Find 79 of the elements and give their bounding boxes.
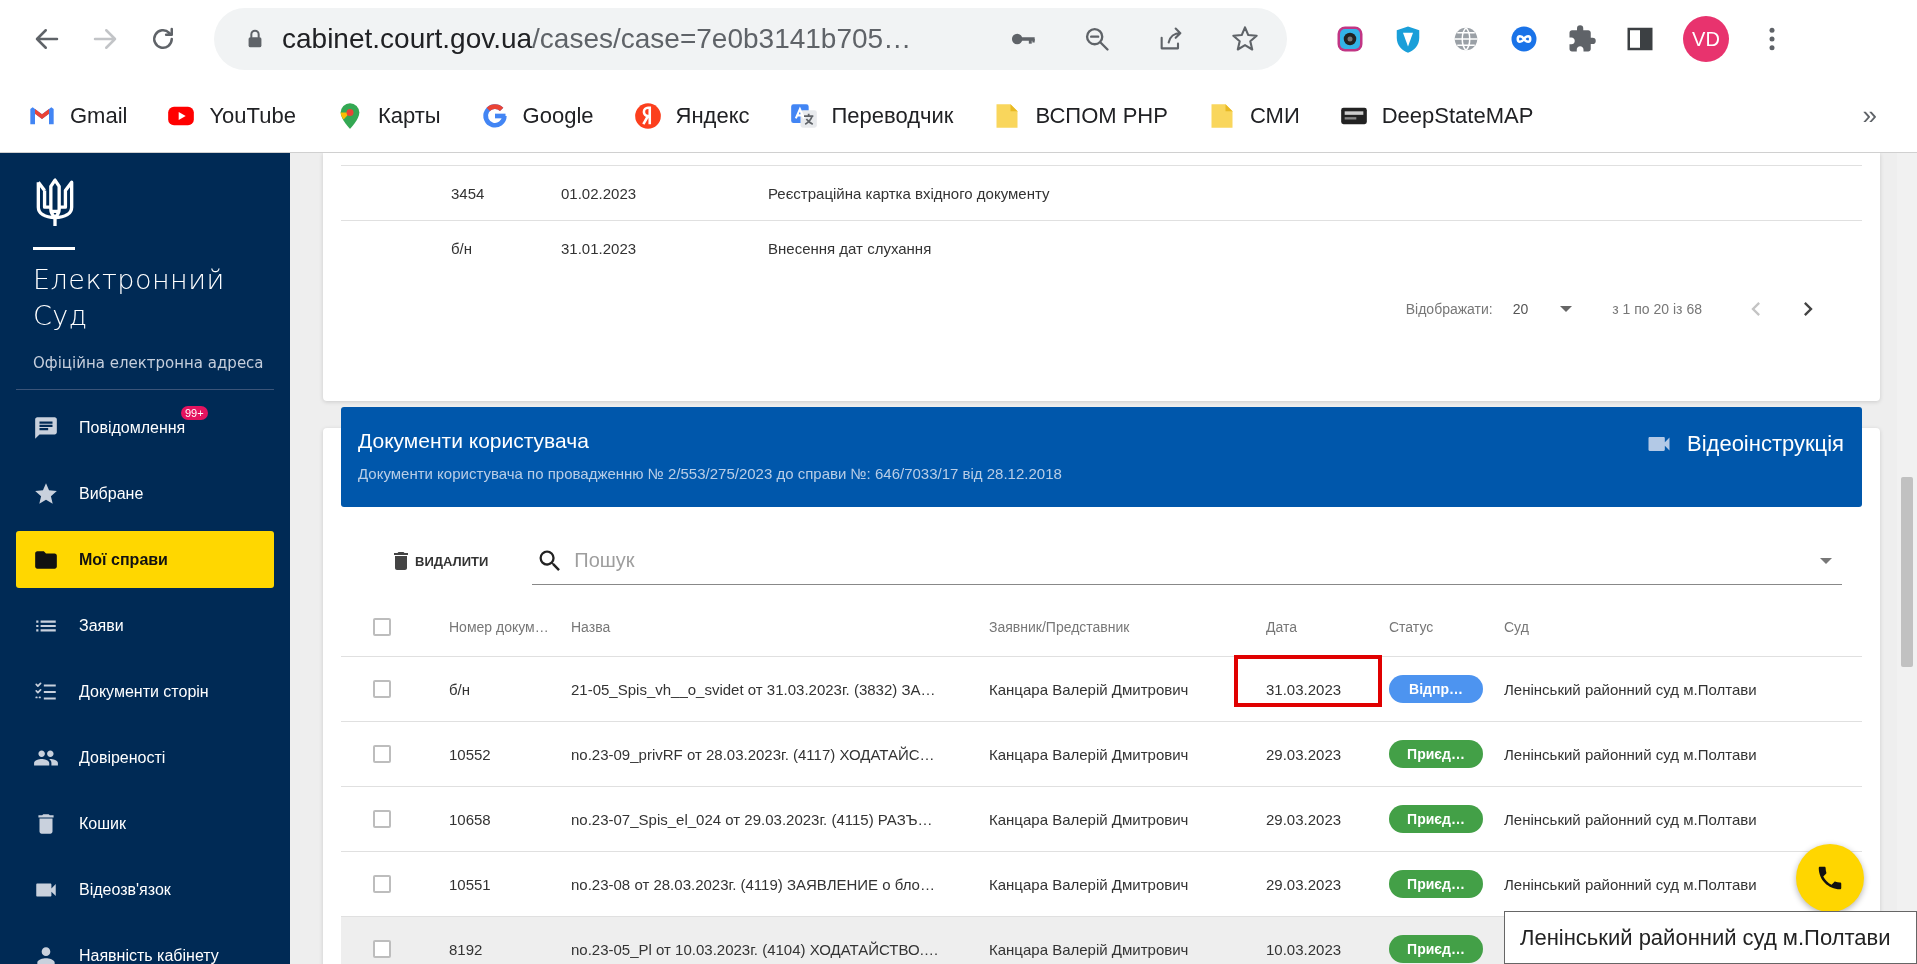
bookmark[interactable]: YouTube	[167, 101, 296, 130]
table-row[interactable]: 10552 no.23-09_privRF от 28.03.2023г. (4117) ХОДАТАЙС… Канцара Валерій Дмитрович 29.03.2023 Приєд… Ленінський районний суд м.Полтави	[341, 722, 1862, 787]
column-header[interactable]: Статус	[1389, 619, 1504, 635]
table-cell-text: 21-05_Spis_vh__o_svidet от 31.03.2023г. (3832) ЗА…	[571, 680, 937, 698]
table-cell-text: б/н	[450, 239, 474, 257]
card-subtitle: Документи користувача по провадженню № 2/553/275/2023 до справи №: 646/7033/17 від 28.12.2018	[358, 465, 1062, 482]
page-range: з 1 по 20 із 68	[1612, 301, 1702, 317]
site-title: Електронний Суд	[33, 263, 226, 333]
status-chip: Приєд…	[1389, 870, 1483, 898]
sidebar-item[interactable]: Кошик	[16, 795, 274, 852]
sidebar-item[interactable]: Мої справи	[16, 531, 274, 588]
video-guide-link[interactable]: Відеоінструкція	[1645, 430, 1844, 458]
sidebar-item[interactable]: Заяви	[16, 597, 274, 654]
table-cell-text: 3454	[450, 184, 486, 202]
table-cell-text: Канцара Валерій Дмитрович	[989, 810, 1190, 828]
bookmark[interactable]: Переводчик	[789, 101, 954, 130]
table-cell-text: б/н	[449, 680, 472, 698]
table-cell-text: Канцара Валерій Дмитрович	[989, 680, 1190, 698]
table-cell-text: no.23-09_privRF от 28.03.2023г. (4117) ХОДАТАЙС…	[571, 745, 936, 763]
table-cell-text: no.23-08 от 28.03.2023г. (4119) ЗАЯВЛЕНИЕ о бло…	[571, 875, 936, 893]
table-cell-text: Канцара Валерій Дмитрович	[989, 875, 1190, 893]
bookmark[interactable]: Яндекс	[633, 101, 750, 130]
table-cell: 29.03.2023	[1266, 875, 1342, 893]
table-cell-text: no.23-05_Pl от 10.03.2023г. (4104) ХОДАТАЙСТВО.…	[571, 940, 940, 958]
sidebar-item[interactable]: Довіреності	[16, 729, 274, 786]
count-badge: 99+	[181, 406, 208, 420]
table-cell-text: 10658	[449, 810, 492, 828]
sidebar-item[interactable]: Наявність кабінету	[16, 927, 274, 964]
column-header[interactable]: Суд	[1504, 619, 1804, 635]
table-cell-text: no.23-07_Spis_el_024 от 29.03.2023г. (4115) РАЗЪ…	[571, 810, 934, 828]
bookmark[interactable]: ВСПОМ PHP	[993, 101, 1168, 130]
site-subtitle: Офіційна електронна адреса	[16, 354, 274, 390]
address-bar[interactable]: cabinet.court.gov.ua/cases/case=7e0b3141b705…	[214, 8, 1287, 70]
sidebar-item[interactable]: Вибране	[16, 465, 274, 522]
table-cell-text: 10551	[449, 875, 492, 893]
more-bookmarks-button[interactable]: »	[1862, 100, 1877, 131]
rows-per-page-label: Відображати:	[1405, 301, 1493, 317]
bookmark[interactable]: Google	[480, 101, 594, 130]
tooltip: Ленінський районний суд м.Полтави	[1504, 911, 1917, 964]
table-cell: Ленінський районний суд м.Полтави	[1504, 810, 1757, 828]
table-cell: 31.03.2023	[1266, 680, 1342, 698]
table-cell: Реєстраційна картка вхідного документу	[768, 184, 1050, 202]
profile-avatar[interactable]: VD	[1683, 16, 1729, 62]
bookmark[interactable]: Карты	[335, 101, 441, 130]
table-cell: Ленінський районний суд м.Полтави	[1504, 875, 1757, 893]
search-input[interactable]: Пошук	[572, 548, 1812, 573]
table-cell-text: 8192	[449, 940, 484, 958]
column-header[interactable]: Назва	[571, 619, 989, 635]
delete-button[interactable]: ВИДАЛИТИ	[381, 543, 497, 579]
table-cell-text: 01.02.2023	[561, 184, 638, 202]
table-cell-text: Канцара Валерій Дмитрович	[989, 940, 1190, 958]
column-header[interactable]: Номер докум…	[449, 619, 571, 635]
card-title: Документи користувача	[358, 429, 590, 453]
status-chip: Приєд…	[1389, 805, 1483, 833]
table-cell: Ленінський районний суд м.Полтави	[1504, 680, 1757, 698]
table-cell: 29.03.2023	[1266, 745, 1342, 763]
sidebar-item[interactable]: Повідомлення 99+	[16, 399, 274, 456]
table-cell-text: 31.01.2023	[561, 239, 638, 257]
table-cell-text: Канцара Валерій Дмитрович	[989, 745, 1190, 763]
column-header[interactable]: Заявник/Представник	[989, 619, 1265, 635]
column-header[interactable]: Дата	[1265, 619, 1389, 635]
bookmark[interactable]: СМИ	[1207, 101, 1300, 130]
search-field[interactable]: Пошук	[532, 537, 1842, 585]
sidebar-item[interactable]: Відеозв'язок	[16, 861, 274, 918]
bookmark[interactable]: DeepStateMAP	[1339, 101, 1534, 130]
table-row[interactable]: б/н 21-05_Spis_vh__o_svidet от 31.03.2023г. (3832) ЗА… Канцара Валерій Дмитрович 31.03.2023 Відпр… Ленінський районний суд м.Полтави	[341, 657, 1862, 722]
status-chip: Відпр…	[1389, 675, 1483, 703]
url-text: cabinet.court.gov.ua/cases/case=7e0b3141b705…	[282, 23, 913, 55]
status-chip: Приєд…	[1389, 740, 1483, 768]
table-cell: 29.03.2023	[1266, 810, 1342, 828]
status-chip: Приєд…	[1389, 935, 1483, 963]
bookmark[interactable]: Gmail	[28, 101, 128, 130]
sidebar-item[interactable]: Документи сторін	[16, 663, 274, 720]
table-cell: Внесення дат слухання	[768, 239, 932, 257]
table-cell-text: 10552	[449, 745, 492, 763]
table-row[interactable]: 10658 no.23-07_Spis_el_024 от 29.03.2023г. (4115) РАЗЪ… Канцара Валерій Дмитрович 29.03.2023 Приєд… Ленінський районний суд м.Полтави	[341, 787, 1862, 852]
table-cell: 10.03.2023	[1266, 940, 1342, 958]
rows-per-page-select[interactable]: 20	[1512, 301, 1573, 317]
table-cell: Ленінський районний суд м.Полтави	[1504, 745, 1757, 763]
